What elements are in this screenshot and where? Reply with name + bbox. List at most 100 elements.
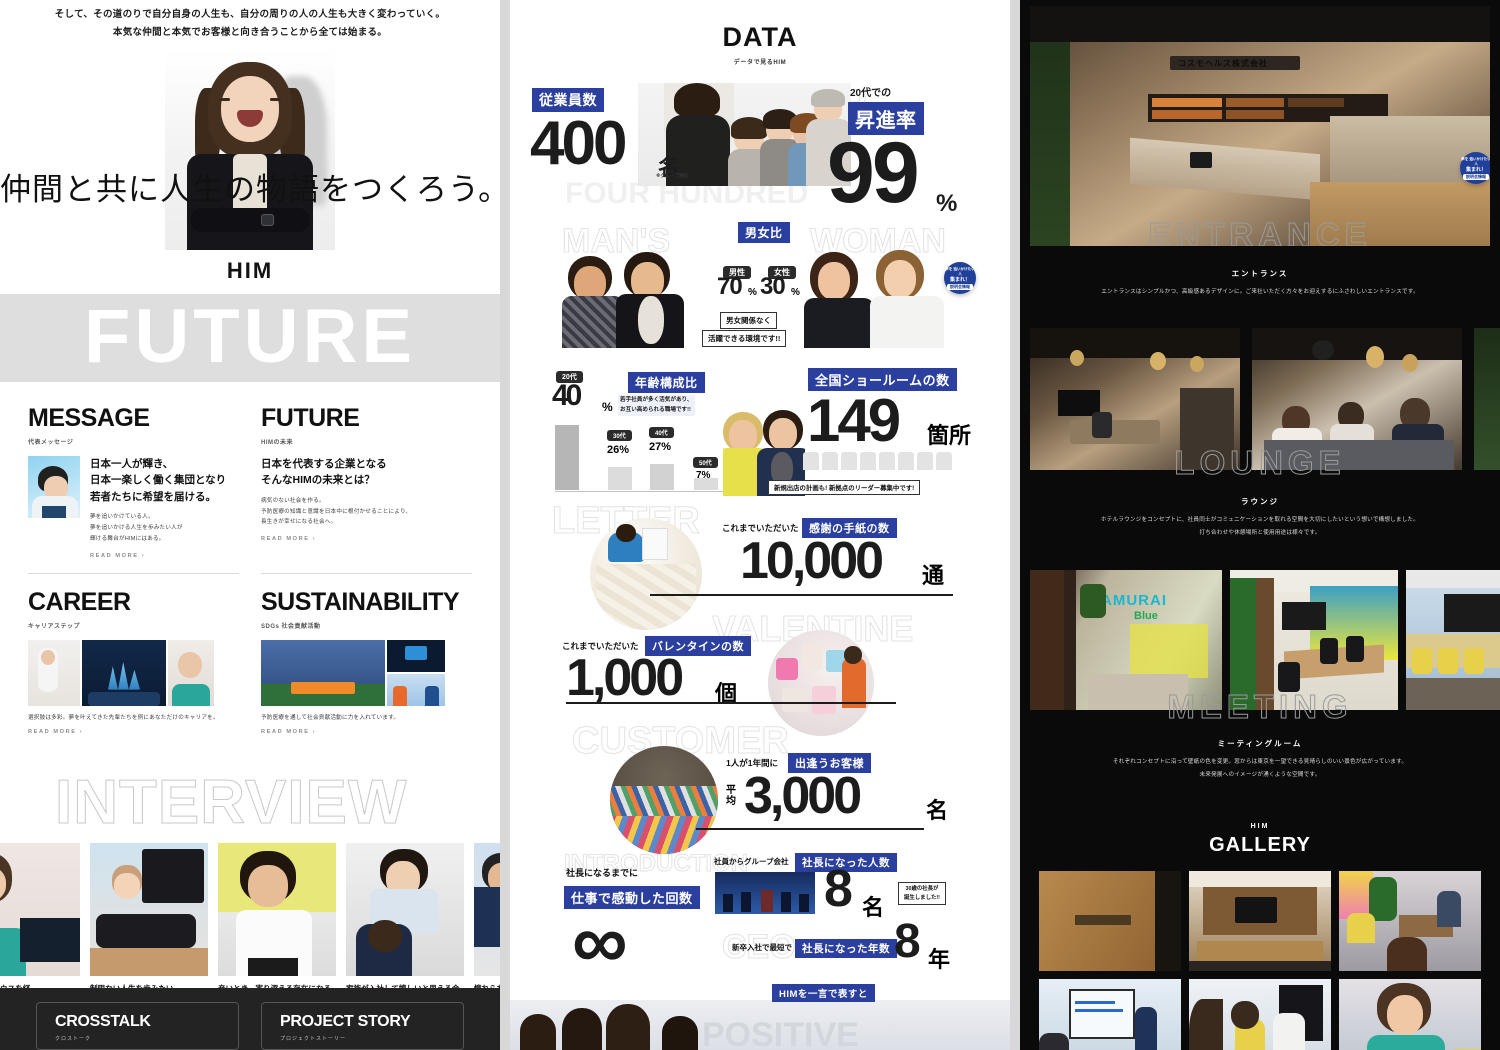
- president-value: 8: [824, 860, 853, 918]
- promotion-pre: 20代での: [850, 88, 892, 99]
- customer-circle-photo: [610, 746, 718, 854]
- president-pre: 社員からグループ会社: [714, 857, 789, 866]
- age-chart-title: 年齢構成比: [628, 372, 705, 393]
- future-head-line-2: そんなHIMの未来とは？: [261, 474, 375, 487]
- career-caption: 選択肢は多彩。夢を叶えてきた先輩たちを例にあなただけのキャリアを。: [28, 714, 219, 721]
- gallery-item[interactable]: [1339, 978, 1481, 1050]
- ceo-unit: 年: [928, 947, 951, 972]
- promotion-unit: %: [936, 190, 958, 217]
- age-chart-annotation: 若手社員が多く活気があり、 お互い高められる職場です!!: [618, 395, 695, 416]
- project-story-card[interactable]: PROJECT STORY プロジェクトストーリー: [261, 1002, 464, 1050]
- message-body-line-1: 夢を追いかけている人。: [90, 513, 154, 520]
- customer-unit: 名: [926, 798, 949, 823]
- hero-line-2: 本気な仲間と本気でお客様と向き合うことから全ては始まる。: [112, 27, 388, 39]
- future-body-line-2: 予防医療の知識と意識を日本中に根付かせることにより、: [261, 508, 412, 515]
- future-head-line-1: 日本を代表する企業となる: [261, 458, 387, 471]
- lounge-photo-row: LOUNGE: [1020, 328, 1500, 482]
- message-head-line-3: 若者たちに希望を届ける。: [90, 490, 216, 503]
- project-story-title: PROJECT STORY: [280, 1013, 411, 1030]
- age-label-1: 26%: [607, 444, 630, 456]
- age-note-line-2: お互い高められる職場です!!: [620, 406, 691, 413]
- section-sustainability[interactable]: SUSTAINABILITY SDGs 社会貢献活動 予防医療を通して社会貢献活…: [261, 559, 472, 735]
- age-label-2: 27%: [649, 441, 672, 453]
- interview-photo: [0, 842, 80, 976]
- interview-photo: [346, 842, 464, 976]
- section-career[interactable]: CAREER キャリアステップ 選択肢は多彩。夢を叶えてきた先輩たちを例にあなた…: [28, 559, 239, 735]
- meeting-description-line-1: それぞれコンセプトに沿って壁紙の色を変更。窓からは東京を一望できる見晴らしのいい…: [1112, 758, 1408, 765]
- male-models-photo: [562, 246, 708, 348]
- age-bar-30s: [608, 467, 632, 490]
- president-speech: 30歳の社長が 誕生しました!!: [898, 882, 946, 906]
- gallery-grid[interactable]: [1020, 870, 1500, 1050]
- three-panel-screenshot: そして、その道のりで自分自身の人生も、自分の周りの人の人生も大きく変わっていく。…: [0, 0, 1500, 1050]
- read-more-link-career[interactable]: READ MORE ›: [28, 729, 239, 735]
- showroom-unit: 箇所: [927, 423, 972, 448]
- crosstalk-title: CROSSTALK: [55, 1013, 151, 1030]
- age-cat-3: 50代: [693, 457, 718, 468]
- sustainability-photo-3: [387, 673, 445, 706]
- showroom-value: 149: [807, 387, 901, 454]
- crosstalk-card[interactable]: CROSSTALK クロストーク: [36, 1002, 239, 1050]
- age-note-line-1: 若手社員が多く活気があり、: [620, 397, 693, 403]
- section-message[interactable]: MESSAGE 代表メッセージ 日本一人が輝き、 日本一楽しく働く集団となり 若…: [28, 404, 239, 559]
- female-value: 30: [760, 273, 786, 300]
- valentine-value: 1,000: [566, 649, 684, 707]
- badge-line-4: 説明会情報: [1463, 174, 1489, 180]
- age-tag-40s: 40代: [649, 422, 674, 440]
- ghost-word-positive: POSITIVE: [702, 1016, 859, 1050]
- divider: [261, 572, 472, 574]
- customer-underline: [696, 828, 924, 830]
- seminar-info-badge[interactable]: 夢を 追いかけたい人 集まれ！ 説明会情報: [944, 262, 976, 294]
- showroom-shop-icons: [803, 452, 955, 470]
- gallery-item[interactable]: [1339, 870, 1481, 971]
- seminar-info-badge[interactable]: 夢を 追いかけたい人 集まれ！ 説明会情報: [1460, 152, 1490, 184]
- employees-value: 400: [530, 109, 627, 178]
- meeting-door-text-2: Blue: [1134, 609, 1158, 622]
- president-unit: 名: [862, 895, 885, 920]
- hero-line-1: そして、その道のりで自分自身の人生も、自分の周りの人の人生も大きく変わっていく。: [54, 9, 446, 20]
- read-more-link-future[interactable]: READ MORE ›: [261, 536, 472, 542]
- entrance-photo: コスモヘルス株式会社 ENTRANCE 夢を 追いかけたい人 集まれ！ 説明会情…: [1030, 6, 1490, 246]
- badge-line-2: 追いかけたい人: [953, 267, 975, 276]
- badge-line-1: 夢を: [945, 267, 953, 271]
- letters-underline: [650, 594, 953, 596]
- read-more-link-sustainability[interactable]: READ MORE ›: [261, 729, 472, 735]
- president-stage-photo: [715, 872, 815, 914]
- future-banner: FUTURE: [0, 294, 500, 383]
- section-subtitle: HIMの未来: [261, 440, 293, 447]
- footer-tag-wrap: HIMを一言で表すと: [772, 984, 875, 1002]
- badge-line-4: 説明会情報: [947, 284, 973, 290]
- office-gallery-panel: コスモヘルス株式会社 ENTRANCE 夢を 追いかけたい人 集まれ！ 説明会情…: [1010, 0, 1500, 1050]
- female-models-photo: [804, 246, 956, 348]
- gallery-item[interactable]: [1039, 870, 1181, 971]
- badge-line-1: 夢を: [1461, 157, 1469, 161]
- gender-label: 男女比: [738, 222, 790, 243]
- section-title: MESSAGE: [28, 404, 150, 433]
- message-body-line-2: 夢を追いかける人生を歩みたい人が: [90, 524, 183, 531]
- career-photo-3: [168, 639, 214, 706]
- lounge-description-line-2: 打ち合わせや休憩場所と使用用途は様々です。: [1199, 530, 1321, 537]
- section-future[interactable]: FUTURE HIMの未来 日本を代表する企業となる そんなHIMの未来とは？ …: [261, 404, 472, 559]
- footer-links: CROSSTALK クロストーク PROJECT STORY プロジェクトストー…: [0, 988, 500, 1050]
- badge-line-2: 追いかけたい人: [1469, 157, 1490, 166]
- him-one-word-tag: HIMを一言で表すと: [772, 984, 875, 1002]
- gallery-item[interactable]: [1189, 978, 1331, 1050]
- interview-photo: [474, 842, 500, 976]
- letters-value: 10,000: [740, 532, 884, 590]
- gallery-item[interactable]: [1189, 870, 1331, 971]
- data-heading: DATA: [722, 22, 798, 52]
- gallery-item[interactable]: [1039, 978, 1181, 1050]
- career-images: [28, 639, 239, 706]
- badge-line-3: 集まれ！: [949, 276, 970, 283]
- ceo-label-tag: 社長になった年数: [795, 939, 897, 958]
- message-head-line-1: 日本一人が輝き、: [90, 458, 174, 471]
- hero-portrait-photo: [165, 48, 335, 251]
- age-chart-axis: [555, 491, 723, 492]
- letters-unit: 通: [922, 563, 945, 588]
- introduction-value-infinity: ∞: [572, 897, 628, 985]
- female-unit: %: [791, 287, 800, 298]
- crosstalk-subtitle: クロストーク: [55, 1036, 92, 1042]
- gallery-heading: GALLERY: [1209, 833, 1311, 856]
- career-photo-1: [28, 639, 80, 706]
- male-value: 70: [717, 273, 743, 300]
